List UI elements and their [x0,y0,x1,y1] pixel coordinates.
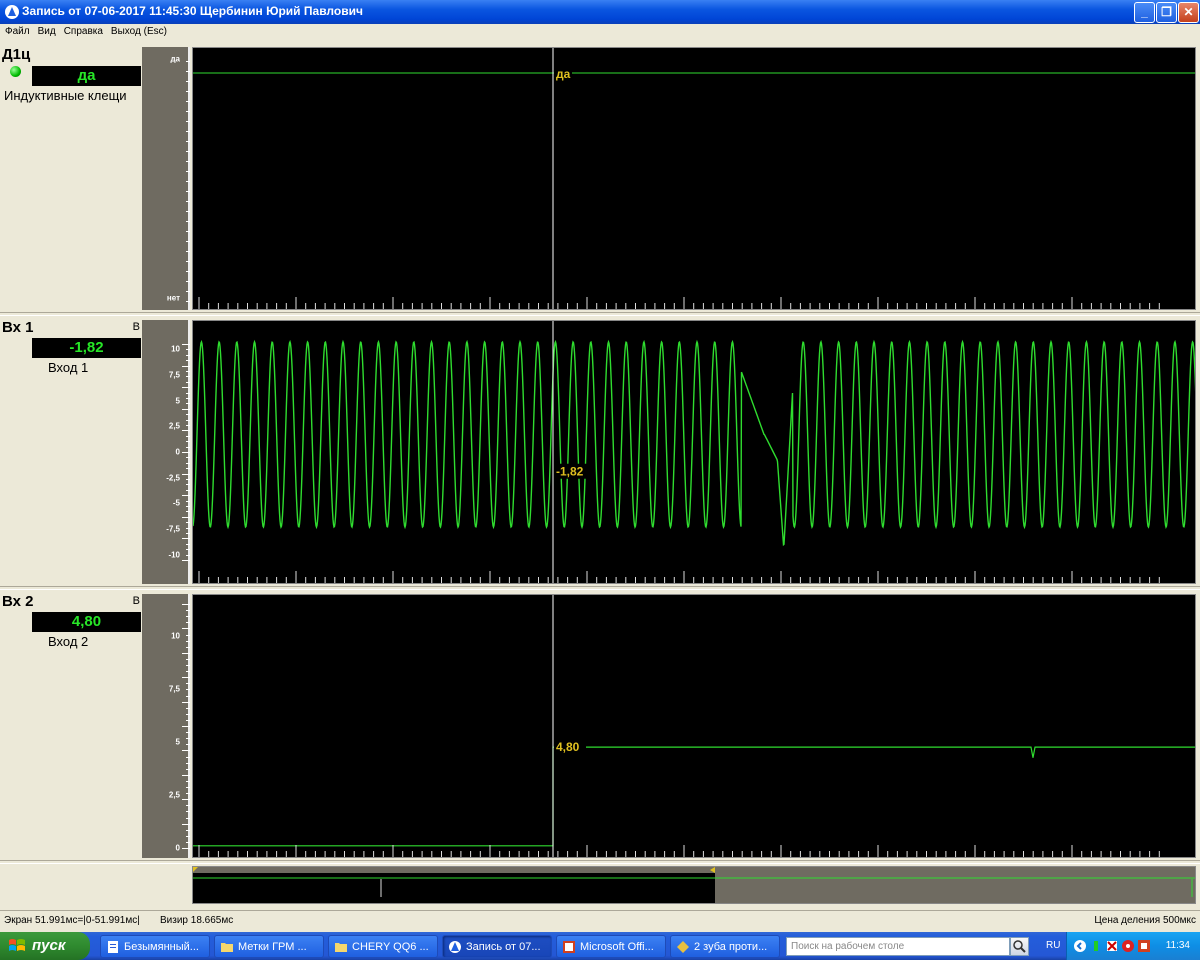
antivirus-icon[interactable] [1121,939,1135,953]
scale-tick-label: 7,5 [168,684,180,694]
image-viewer-icon [677,941,689,953]
scale-tick-label: 0 [175,843,180,853]
menu-exit[interactable]: Выход (Esc) [106,24,170,37]
title-bar[interactable]: Запись от 07-06-2017 11:45:30 Щербинин Ю… [0,0,1200,24]
scale-tick-label: -7,5 [166,524,180,534]
scale-label-bottom: нет [166,293,180,303]
scale-tick-label: 0 [175,447,180,457]
status-screen: Экран 51.991мс=|0-51.991мс| [4,915,140,926]
scale-tick-label: -2,5 [166,473,180,483]
cursor-value-label: да [556,67,571,81]
taskbar-item-label: Безымянный... [124,941,199,953]
scale-tick-label: 2,5 [168,421,180,431]
taskbar-item-label: Метки ГРМ ... [238,941,307,953]
taskbar-item-folder-grm[interactable]: Метки ГРМ ... [214,935,324,958]
status-led-icon [10,66,21,77]
channel-value: 4,80 [32,612,141,632]
channel-in2-scale: 10 7,5 5 2,5 0 [142,594,190,858]
scale-tick-label: 2,5 [168,790,180,800]
taskbar-item-folder-chery[interactable]: CHERY QQ6 ... [328,935,438,958]
cursor-value-label: -1,82 [556,465,584,479]
start-label: пуск [32,937,66,954]
channel-in1-plot[interactable]: -1,82 [192,320,1196,584]
cursor-value-label: 4,80 [556,740,580,754]
channel-description: Вход 1 [48,360,89,375]
scale-tick-label: 7,5 [168,370,180,380]
overview-end-marker [710,867,715,873]
app-icon [449,941,461,953]
channel-unit: В [132,321,140,333]
app-icon [5,5,19,19]
clock: 11:34 [1165,940,1190,951]
scale-tick-label: 5 [175,396,180,406]
taskbar-item-label: Запись от 07... [466,941,541,953]
scale-label-top: да [170,54,180,64]
overview-start-marker [193,867,198,872]
channel-description: Индуктивные клещи [4,88,127,103]
scale-tick-label: -5 [172,498,180,508]
network-icon[interactable] [1089,939,1103,953]
channel-unit: В [132,595,140,607]
system-tray: 11:34 [1066,932,1200,960]
channel-d1c-panel: Д1ц да Индуктивные клещи [0,44,142,310]
channel-in1-scale: 10 7,5 5 2,5 0 -2,5 -5 -7,5 -10 [142,320,190,584]
scale-tick-label: 10 [171,631,180,641]
status-division: Цена деления 500мкс [1094,915,1196,926]
minimize-button[interactable]: _ [1134,2,1155,23]
search-icon[interactable] [1010,937,1029,956]
application-window: Запись от 07-06-2017 11:45:30 Щербинин Ю… [0,0,1200,932]
channel-d1c-plot[interactable]: да [192,47,1196,310]
channel-d1c-scale: да нет [142,47,190,310]
scale-tick-label: 10 [171,344,180,354]
taskbar: пуск Безымянный... Метки ГРМ ... CHERY Q… [0,932,1200,960]
menu-bar: Файл Вид Справка Выход (Esc) [0,24,1200,42]
folder-icon [335,943,347,952]
overview-scrollbar[interactable] [192,866,1196,904]
taskbar-item-label: CHERY QQ6 ... [352,941,429,953]
tray-expand-icon[interactable] [1073,939,1087,953]
document-icon [108,941,118,953]
menu-file[interactable]: Файл [0,24,33,37]
menu-help[interactable]: Справка [59,24,106,37]
menu-view[interactable]: Вид [33,24,59,37]
channel-in2-plot[interactable]: 4,80 [192,594,1196,858]
taskbar-item-teeth[interactable]: 2 зуба проти... [670,935,780,958]
security-alert-icon[interactable] [1105,939,1119,953]
taskbar-item-label: Microsoft Offi... [580,941,654,953]
channel-description: Вход 2 [48,634,89,649]
taskbar-item-label: 2 зуба проти... [694,941,768,953]
signal-trace [193,339,1195,547]
channel-name: Д1ц [2,46,31,63]
windows-logo-icon [9,939,25,951]
status-visir: Визир 18.665мс [160,915,234,926]
channel-value: да [32,66,141,86]
status-bar: Экран 51.991мс=|0-51.991мс| Визир 18.665… [0,910,1200,930]
channel-in1-panel: Вх 1 В -1,82 Вход 1 [0,317,142,585]
start-button[interactable]: пуск [0,932,90,960]
channel-in2-panel: Вх 2 В 4,80 Вход 2 [0,591,142,859]
signal-trace [193,746,1195,847]
scale-tick-label: 5 [175,737,180,747]
close-button[interactable]: ✕ [1178,2,1199,23]
channel-value: -1,82 [32,338,141,358]
language-indicator[interactable]: RU [1046,940,1060,951]
channel-name: Вх 2 [2,593,34,610]
taskbar-item-document[interactable]: Безымянный... [100,935,210,958]
restore-button[interactable]: ❐ [1156,2,1177,23]
taskbar-item-recording[interactable]: Запись от 07... [442,935,552,958]
scale-tick-label: -10 [168,550,180,560]
taskbar-item-office[interactable]: Microsoft Offi... [556,935,666,958]
office-icon [563,941,575,953]
folder-icon [221,943,233,952]
window-title: Запись от 07-06-2017 11:45:30 Щербинин Ю… [22,4,363,18]
desktop-search-input[interactable]: Поиск на рабочем столе [786,937,1010,956]
office-tray-icon[interactable] [1137,939,1151,953]
channel-name: Вх 1 [2,319,34,336]
